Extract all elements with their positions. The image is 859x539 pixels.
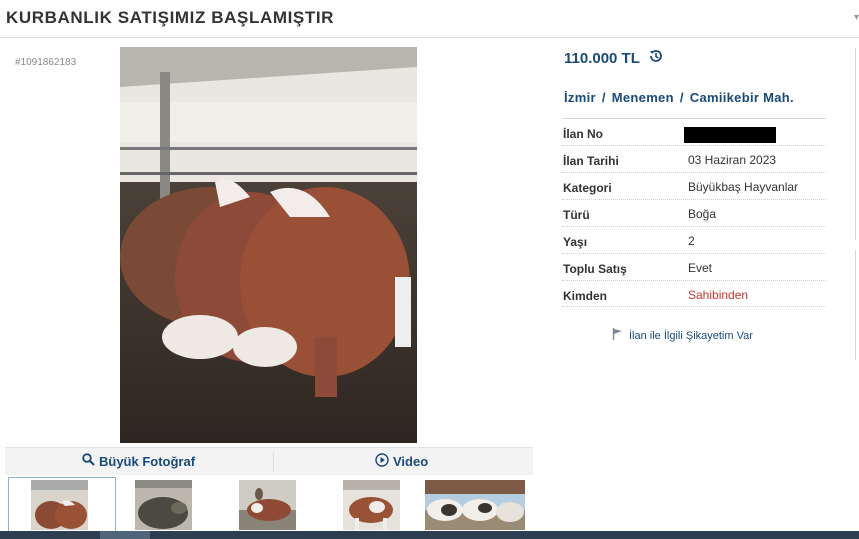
detail-label: Kimden [563, 289, 608, 303]
location-separator: / [679, 90, 684, 105]
detail-label: İlan No [563, 127, 604, 141]
detail-row-kategori: Kategori Büyükbaş Hayvanlar [562, 172, 826, 199]
detail-row-ilan-tarihi: İlan Tarihi 03 Haziran 2023 [562, 145, 826, 172]
seller-type-value: Sahibinden [688, 288, 749, 302]
divider [855, 48, 856, 240]
detail-value: 03 Haziran 2023 [688, 153, 777, 167]
detail-value: Büyükbaş Hayvanlar [688, 180, 799, 194]
detail-row-toplu-satis: Toplu Satış Evet [562, 253, 826, 280]
divider [273, 452, 274, 472]
thumbnail-strip [5, 475, 533, 533]
detail-label: Kategori [563, 181, 612, 195]
page-header: KURBANLIK SATIŞIMIZ BAŞLAMIŞTIR ▾ [0, 0, 859, 38]
flag-icon [612, 328, 623, 343]
report-listing-link[interactable]: İlan ile İlgili Şikayetim Var [612, 328, 753, 343]
thumbnail-2[interactable] [135, 480, 192, 530]
detail-label: Türü [563, 208, 590, 222]
chevron-down-icon[interactable]: ▾ [854, 12, 859, 23]
big-photo-label: Büyük Fotoğraf [99, 453, 196, 469]
video-button[interactable]: Video [375, 453, 428, 470]
thumbnail-4[interactable] [343, 480, 400, 530]
detail-label: Toplu Satış [563, 262, 627, 276]
location-neighborhood[interactable]: Camiikebir Mah. [690, 90, 794, 105]
page-title: KURBANLIK SATIŞIMIZ BAŞLAMIŞTIR [6, 8, 335, 27]
redacted-value [684, 127, 776, 143]
cattle-photo-image [120, 47, 417, 443]
detail-value: Boğa [688, 207, 717, 221]
history-icon[interactable] [648, 48, 664, 68]
report-listing-label: İlan ile İlgili Şikayetim Var [629, 329, 753, 342]
thumbnail-1[interactable] [31, 480, 88, 530]
location-city[interactable]: İzmir [564, 90, 596, 105]
location-separator: / [601, 90, 606, 105]
big-photo-button[interactable]: Büyük Fotoğraf [82, 453, 195, 469]
bottom-bar-segment [100, 531, 150, 539]
main-photo[interactable] [120, 47, 417, 443]
detail-label: Yaşı [563, 235, 588, 249]
detail-value: Evet [688, 261, 713, 275]
detail-row-ilan-no: İlan No [562, 118, 826, 145]
listing-id: #1091862183 [15, 57, 77, 68]
listing-details-table: İlan No İlan Tarihi 03 Haziran 2023 Kate… [562, 118, 826, 307]
detail-row-turu: Türü Boğa [562, 199, 826, 226]
detail-label: İlan Tarihi [563, 154, 619, 168]
magnifier-icon [82, 453, 95, 469]
detail-value: 2 [688, 234, 695, 248]
detail-row-yasi: Yaşı 2 [562, 226, 826, 253]
video-label: Video [393, 454, 429, 469]
price: 110.000 TL [564, 48, 664, 68]
price-value: 110.000 TL [564, 49, 640, 67]
photo-actions-bar: Büyük Fotoğraf Video [5, 447, 533, 475]
location-breadcrumb: İzmir / Menemen / Camiikebir Mah. [564, 90, 794, 105]
bottom-bar [0, 531, 859, 539]
divider [855, 250, 856, 360]
location-district[interactable]: Menemen [612, 90, 674, 105]
thumbnail-3[interactable] [239, 480, 296, 530]
play-circle-icon [375, 453, 389, 470]
thumbnail-5[interactable] [425, 480, 525, 530]
detail-row-kimden: Kimden Sahibinden [562, 280, 826, 307]
